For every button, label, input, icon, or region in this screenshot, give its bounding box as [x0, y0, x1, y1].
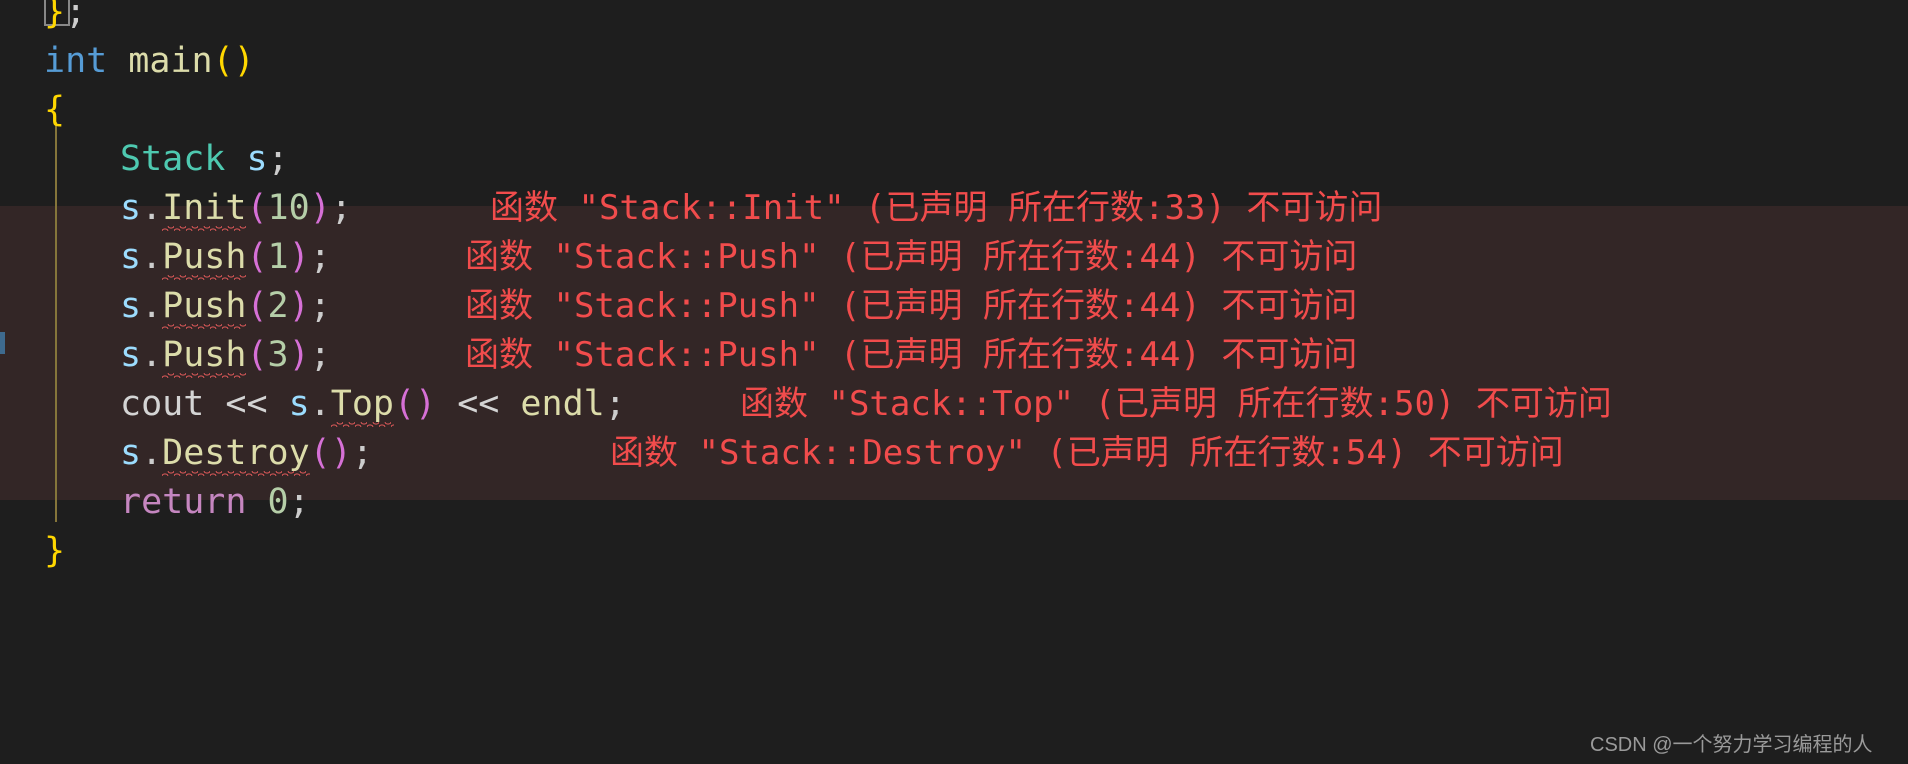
- code-token: {: [44, 90, 66, 130]
- code-token: ;: [65, 0, 87, 32]
- csdn-watermark: CSDN @一个努力学习编程的人: [1590, 734, 1873, 756]
- code-token: ;: [288, 482, 310, 522]
- code-text: s.Push(3);: [44, 335, 331, 378]
- code-token: ;: [351, 433, 373, 473]
- code-token: <<: [204, 384, 289, 424]
- error-token: Push: [162, 233, 247, 282]
- code-token: s: [288, 384, 310, 424]
- code-text: cout << s.Top() << endl;: [44, 384, 626, 427]
- code-token: ): [288, 335, 310, 375]
- code-text: s.Push(2);: [44, 286, 331, 329]
- code-token: (: [246, 237, 268, 277]
- code-line[interactable]: return 0;: [0, 478, 1908, 527]
- code-line[interactable]: int main(): [0, 37, 1908, 86]
- code-token: ;: [267, 139, 289, 179]
- code-token: (: [246, 335, 268, 375]
- inline-error-message: 函数 "Stack::Destroy" (已声明 所在行数:54) 不可访问: [610, 433, 1564, 473]
- code-line[interactable]: s.Push(3); 函数 "Stack::Push" (已声明 所在行数:44)…: [0, 331, 1908, 380]
- code-token: Stack: [120, 139, 226, 179]
- code-lines-container[interactable]: }; int main(){Stack s; s.Init(10); 函数 "Stac…: [0, 0, 1908, 764]
- code-text: int main(): [44, 41, 255, 81]
- code-token: }: [44, 0, 66, 32]
- code-text: return 0;: [44, 482, 310, 522]
- code-token: s: [246, 139, 268, 179]
- code-token: 0: [267, 482, 289, 522]
- code-token: .: [141, 237, 163, 277]
- code-token: .: [309, 384, 331, 424]
- code-token: int: [44, 41, 108, 81]
- code-text: s.Push(1);: [44, 237, 331, 280]
- code-line[interactable]: cout << s.Top() << endl; 函数 "Stack::Top" …: [0, 380, 1908, 429]
- code-token: ): [309, 188, 331, 228]
- code-token: .: [141, 433, 163, 473]
- inline-error-message: 函数 "Stack::Top" (已声明 所在行数:50) 不可访问: [740, 384, 1612, 424]
- error-token: Destroy: [162, 429, 310, 478]
- inline-error-message: 函数 "Stack::Push" (已声明 所在行数:44) 不可访问: [465, 286, 1358, 326]
- code-line[interactable]: {: [0, 86, 1908, 135]
- code-token: (: [246, 286, 268, 326]
- code-text: s.Destroy();: [44, 433, 373, 476]
- inline-error-message: 函数 "Stack::Init" (已声明 所在行数:33) 不可访问: [490, 188, 1383, 228]
- code-token: (): [212, 41, 255, 81]
- code-line[interactable]: s.Push(1); 函数 "Stack::Push" (已声明 所在行数:44)…: [0, 233, 1908, 282]
- error-token: Top: [330, 380, 395, 429]
- code-token: ): [288, 237, 310, 277]
- code-text: s.Init(10);: [44, 188, 352, 231]
- inline-error-message: 函数 "Stack::Push" (已声明 所在行数:44) 不可访问: [465, 237, 1358, 277]
- code-token: return: [120, 482, 247, 522]
- error-token: Init: [162, 184, 247, 233]
- code-token: s: [120, 237, 142, 277]
- code-token: s: [120, 286, 142, 326]
- code-line[interactable]: };: [0, 0, 1908, 37]
- code-line[interactable]: s.Init(10); 函数 "Stack::Init" (已声明 所在行数:33…: [0, 184, 1908, 233]
- error-token: Push: [162, 331, 247, 380]
- code-token: }: [44, 531, 66, 571]
- code-text: };: [44, 0, 86, 32]
- code-text: }: [44, 531, 65, 571]
- code-token: 10: [267, 188, 310, 228]
- code-token: .: [141, 335, 163, 375]
- inline-error-message: 函数 "Stack::Push" (已声明 所在行数:44) 不可访问: [465, 335, 1358, 375]
- code-token: ;: [604, 384, 626, 424]
- code-line[interactable]: Stack s;: [0, 135, 1908, 184]
- code-token: .: [141, 188, 163, 228]
- code-line[interactable]: }: [0, 527, 1908, 576]
- code-token: cout: [120, 384, 205, 424]
- code-line[interactable]: s.Push(2); 函数 "Stack::Push" (已声明 所在行数:44)…: [0, 282, 1908, 331]
- code-token: s: [120, 188, 142, 228]
- code-token: 2: [267, 286, 289, 326]
- code-editor[interactable]: }; int main(){Stack s; s.Init(10); 函数 "Stac…: [0, 0, 1908, 764]
- code-token: 1: [267, 237, 289, 277]
- code-token: main: [128, 41, 213, 81]
- code-token: (): [393, 384, 437, 424]
- code-token: s: [120, 433, 142, 473]
- code-token: <<: [436, 384, 521, 424]
- code-token: .: [141, 286, 163, 326]
- code-token: ): [288, 286, 310, 326]
- code-token: s: [120, 335, 142, 375]
- code-token: endl: [520, 384, 605, 424]
- code-token: ;: [309, 286, 331, 326]
- error-token: Push: [162, 282, 247, 331]
- code-token: ;: [309, 237, 331, 277]
- code-text: Stack s;: [44, 139, 289, 179]
- code-token: ;: [309, 335, 331, 375]
- code-token: (): [309, 433, 352, 473]
- code-token: (: [246, 188, 268, 228]
- code-text: {: [44, 90, 65, 130]
- code-token: ;: [330, 188, 352, 228]
- code-token: 3: [267, 335, 289, 375]
- code-line[interactable]: s.Destroy(); 函数 "Stack::Destroy" (已声明 所在行…: [0, 429, 1908, 478]
